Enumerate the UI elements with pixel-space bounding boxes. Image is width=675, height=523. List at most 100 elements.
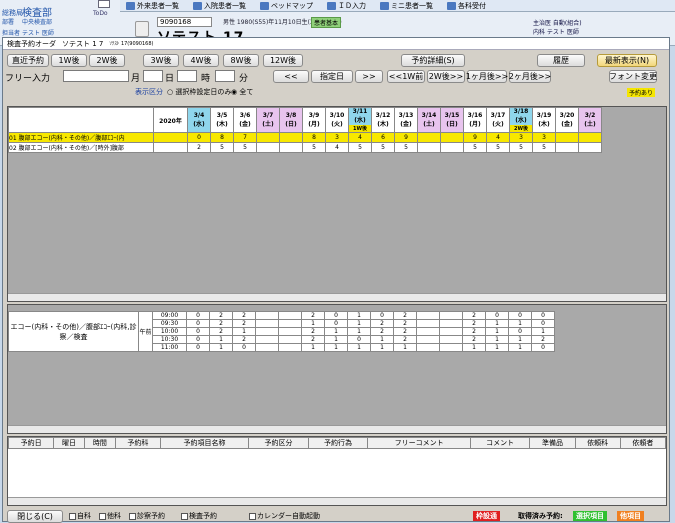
date-header[interactable]: 3/18 (水) 2W後	[509, 107, 533, 133]
slot-cell[interactable]: 0	[508, 327, 532, 336]
date-header[interactable]: 3/8 (日)	[279, 107, 303, 133]
display-option-selected[interactable]: ○ 選択枠設定日のみ	[167, 87, 231, 97]
prev-day-button[interactable]: <<	[273, 70, 309, 83]
slot-cell[interactable]	[278, 319, 302, 328]
availability-cell[interactable]: 4	[325, 142, 349, 153]
list-column-header[interactable]: 予約科	[114, 437, 161, 449]
week1-button[interactable]: 1W後	[51, 54, 87, 67]
slot-cell[interactable]	[439, 335, 463, 344]
slot-cell[interactable]: 1	[347, 343, 371, 352]
mail-icon[interactable]	[98, 0, 110, 8]
slot-cell[interactable]	[255, 327, 279, 336]
slot-cell[interactable]: 2	[462, 327, 486, 336]
slot-cell[interactable]: 2	[209, 311, 233, 320]
availability-cell[interactable]: 5	[463, 142, 487, 153]
availability-cell[interactable]	[440, 142, 464, 153]
slot-cell[interactable]: 0	[531, 311, 555, 320]
list-column-header[interactable]: 準備品	[529, 437, 576, 449]
todo-link[interactable]: ToDo	[93, 10, 108, 17]
week8-button[interactable]: 8W後	[223, 54, 259, 67]
availability-cell[interactable]	[417, 142, 441, 153]
slot-cell[interactable]: 2	[370, 319, 394, 328]
slot-cell[interactable]: 1	[531, 327, 555, 336]
slot-cell[interactable]	[439, 327, 463, 336]
availability-cell[interactable]: 5	[532, 142, 556, 153]
date-header[interactable]: 3/20 (金)	[555, 107, 579, 133]
availability-cell[interactable]: 6	[371, 132, 395, 143]
availability-cell[interactable]	[555, 132, 579, 143]
date-header[interactable]: 3/16 (月)	[463, 107, 487, 133]
list-column-header[interactable]: 時間	[83, 437, 116, 449]
filter-test-reservation[interactable]: 検査予約	[181, 511, 217, 521]
slot-cell[interactable]: 0	[186, 327, 210, 336]
date-header[interactable]: 3/17 (火)	[486, 107, 510, 133]
availability-cell[interactable]	[555, 142, 579, 153]
list-column-header[interactable]: 依頼者	[619, 437, 666, 449]
timeslot-hscrollbar[interactable]	[8, 425, 666, 433]
slot-cell[interactable]: 1	[301, 319, 325, 328]
menu-reception[interactable]: 各科受付	[447, 1, 486, 11]
availability-cell[interactable]: 9	[394, 132, 418, 143]
reservation-detail-button[interactable]: 予約詳細(S)	[401, 54, 465, 67]
slot-cell[interactable]	[278, 311, 302, 320]
availability-cell[interactable]: 8	[302, 132, 326, 143]
date-header[interactable]: 3/19 (木)	[532, 107, 556, 133]
refresh-button[interactable]: 最新表示(N)	[597, 54, 657, 67]
slot-cell[interactable]: 1	[485, 335, 509, 344]
slot-cell[interactable]	[416, 319, 440, 328]
slot-cell[interactable]: 1	[485, 343, 509, 352]
slot-cell[interactable]: 2	[393, 311, 417, 320]
date-header[interactable]: 3/9 (月)	[302, 107, 326, 133]
filter-own-dept[interactable]: 自科	[69, 511, 91, 521]
slot-cell[interactable]	[416, 311, 440, 320]
slot-cell[interactable]: 1	[209, 335, 233, 344]
patient-basic-badge[interactable]: 患者基本	[311, 17, 342, 28]
slot-cell[interactable]: 0	[370, 311, 394, 320]
slot-cell[interactable]: 1	[485, 327, 509, 336]
availability-cell[interactable]: 3	[509, 132, 533, 143]
availability-cell[interactable]: 9	[463, 132, 487, 143]
slot-cell[interactable]: 1	[462, 343, 486, 352]
calendar-auto-start[interactable]: カレンダー自動起動	[249, 511, 320, 521]
date-header[interactable]: 3/6 (金)	[233, 107, 257, 133]
list-column-header[interactable]: 予約項目名称	[159, 437, 250, 449]
slot-cell[interactable]: 2	[393, 335, 417, 344]
slot-cell[interactable]: 1	[508, 343, 532, 352]
availability-cell[interactable]: 5	[210, 142, 234, 153]
week2-button[interactable]: 2W後	[89, 54, 125, 67]
specified-date-button[interactable]: 指定日	[311, 70, 353, 83]
month-input[interactable]	[143, 70, 163, 82]
slot-cell[interactable]: 1	[370, 335, 394, 344]
date-header[interactable]: 3/5 (木)	[210, 107, 234, 133]
slot-cell[interactable]: 2	[232, 335, 256, 344]
calendar-row[interactable]: 02 腹部エコー(内科・その他)／[時外]腹部 2 5 5 5 4 5 5 5 5 5 5 5	[8, 142, 602, 153]
slot-cell[interactable]	[416, 335, 440, 344]
slot-cell[interactable]: 1	[347, 327, 371, 336]
availability-cell[interactable]	[417, 132, 441, 143]
slot-cell[interactable]	[255, 335, 279, 344]
date-header[interactable]: 3/11 (水) 1W後	[348, 107, 372, 133]
display-option-all[interactable]: ◉ 全て	[231, 87, 253, 97]
slot-cell[interactable]: 0	[347, 335, 371, 344]
availability-cell[interactable]	[279, 132, 303, 143]
prev-1w-button[interactable]: <<1W前	[387, 70, 425, 83]
availability-cell[interactable]: 7	[233, 132, 257, 143]
next-day-button[interactable]: >>	[355, 70, 383, 83]
slot-cell[interactable]: 2	[209, 319, 233, 328]
availability-cell[interactable]	[578, 142, 602, 153]
slot-cell[interactable]: 0	[186, 319, 210, 328]
date-header[interactable]: 3/10 (火)	[325, 107, 349, 133]
slot-cell[interactable]: 1	[347, 319, 371, 328]
availability-cell[interactable]: 5	[371, 142, 395, 153]
slot-cell[interactable]: 0	[186, 335, 210, 344]
availability-cell[interactable]	[256, 142, 280, 153]
list-column-header[interactable]: 予約日	[8, 437, 55, 449]
slot-cell[interactable]: 0	[508, 311, 532, 320]
menu-inpatient[interactable]: 入院患者一覧	[193, 1, 246, 11]
font-change-button[interactable]: フォント変更	[609, 70, 657, 83]
recent-reservation-button[interactable]: 直近予約	[7, 54, 49, 67]
slot-cell[interactable]	[439, 319, 463, 328]
slot-cell[interactable]: 1	[324, 335, 348, 344]
slot-cell[interactable]: 2	[393, 319, 417, 328]
next-2m-button[interactable]: 2ヶ月後>>	[509, 70, 551, 83]
